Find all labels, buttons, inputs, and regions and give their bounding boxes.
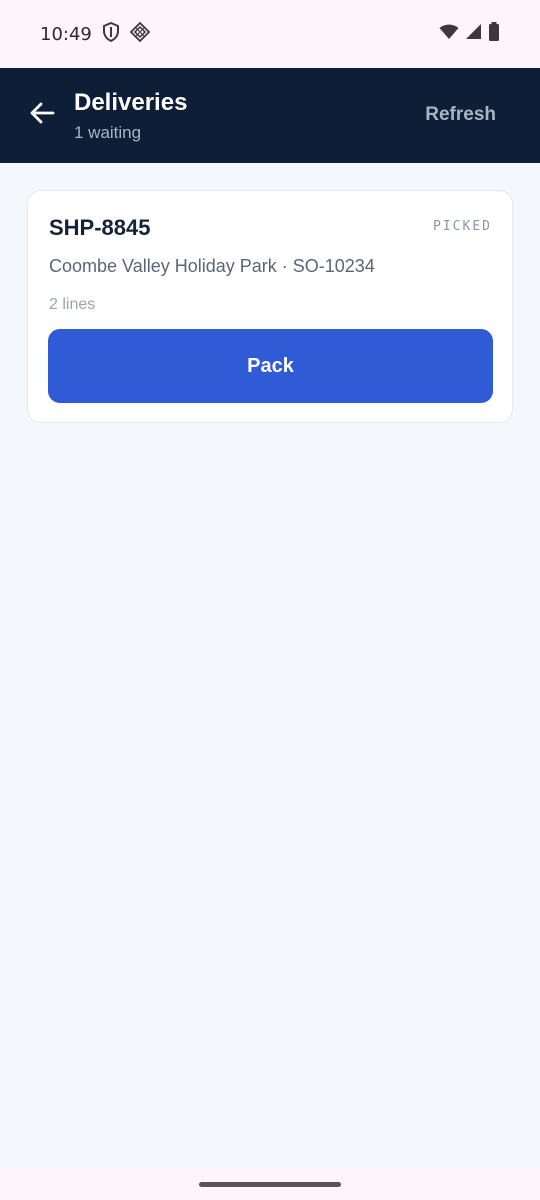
delivery-description: Coombe Valley Holiday Park · SO-10234: [49, 256, 375, 276]
app-bar: Deliveries 1 waiting Refresh: [0, 68, 540, 163]
line-count: 2 lines: [49, 296, 96, 313]
shipment-id: SHP-8845: [49, 215, 151, 240]
home-gesture-handle[interactable]: [199, 1182, 341, 1187]
delivery-card: SHP-8845 PICKED Coombe Valley Holiday Pa…: [27, 190, 513, 423]
refresh-button[interactable]: Refresh: [425, 104, 496, 126]
pack-button[interactable]: Pack: [48, 329, 493, 403]
status-left: 10:49: [40, 21, 151, 47]
waiting-count: 1 waiting: [74, 122, 142, 142]
shield-icon: [102, 21, 120, 47]
page-title: Deliveries: [74, 88, 188, 116]
navigation-bar: [0, 1168, 540, 1200]
status-badge: PICKED: [433, 219, 492, 234]
status-bar: 10:49: [0, 0, 540, 68]
back-button[interactable]: [20, 94, 64, 138]
arrow-left-icon: [29, 101, 55, 130]
status-right: [439, 21, 500, 47]
title-block: Deliveries 1 waiting: [74, 89, 187, 143]
signal-icon: [465, 23, 482, 45]
status-time: 10:49: [40, 23, 92, 45]
vpn-diamond-icon: [129, 21, 151, 47]
delivery-list: SHP-8845 PICKED Coombe Valley Holiday Pa…: [0, 163, 540, 1168]
wifi-icon: [439, 24, 459, 45]
battery-icon: [488, 21, 500, 47]
